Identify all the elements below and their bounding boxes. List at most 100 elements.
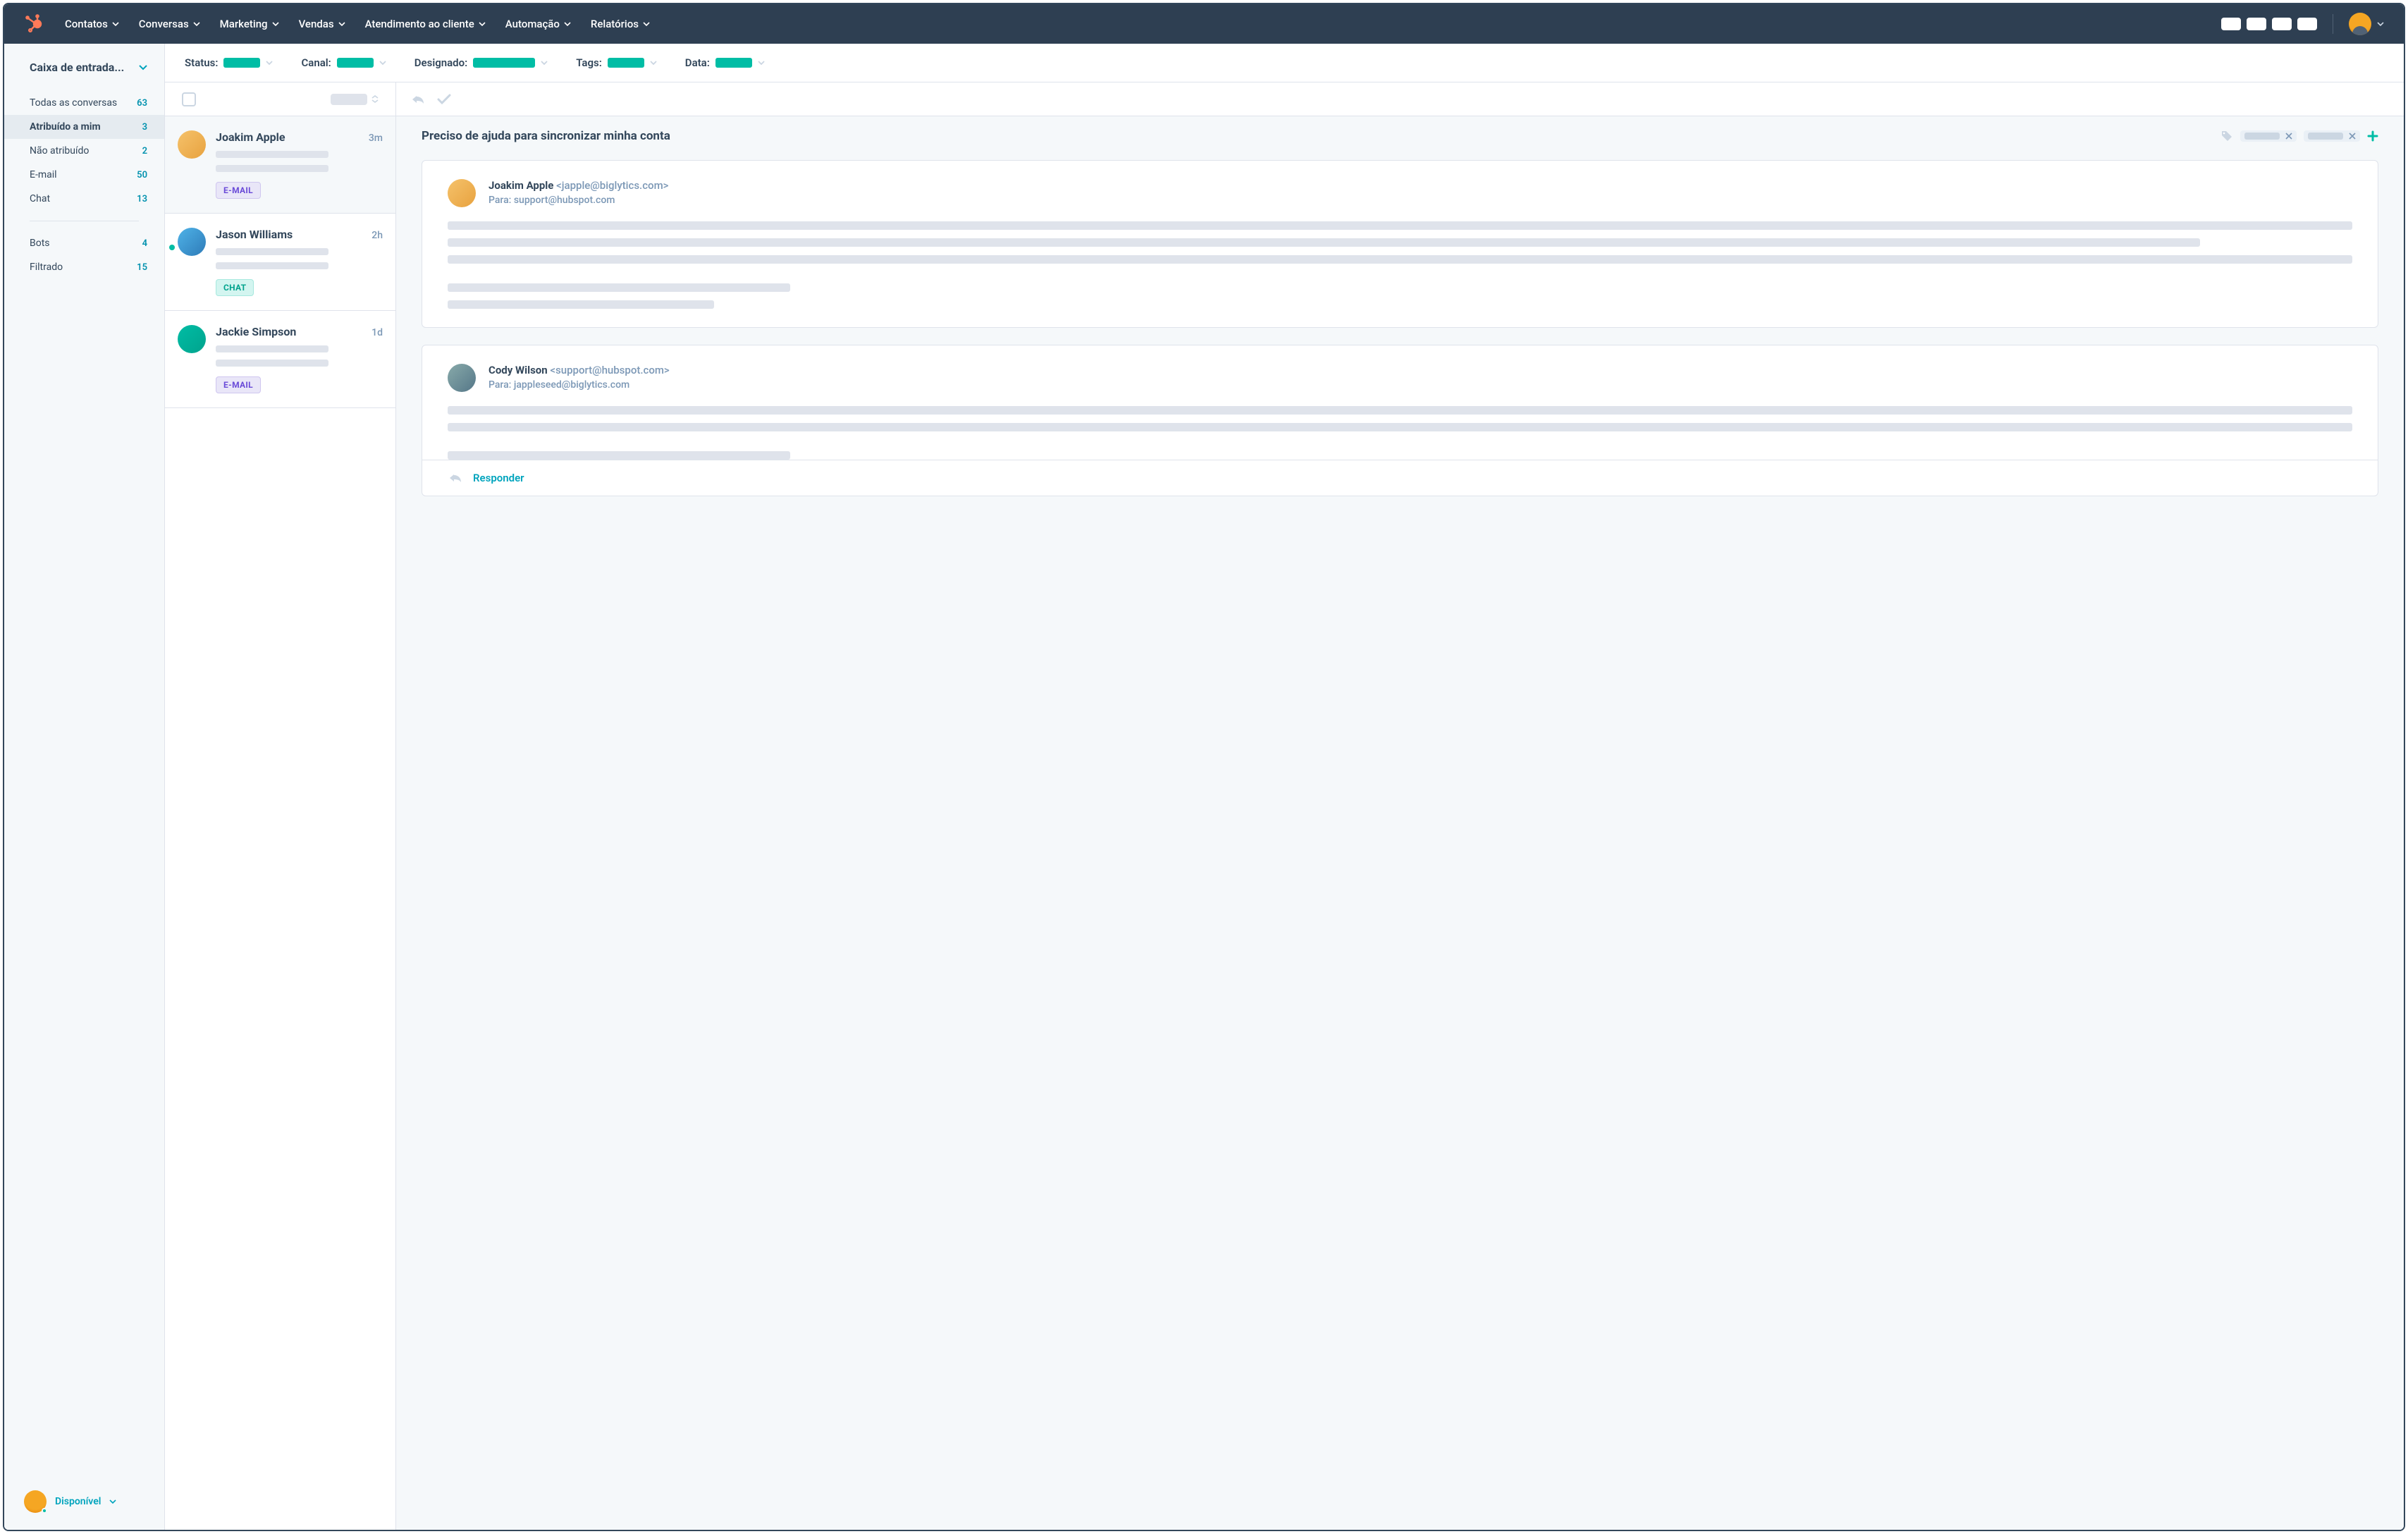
- tag-placeholder: [2244, 133, 2280, 140]
- chevron-down-icon[interactable]: [2377, 22, 2384, 26]
- message-body-placeholder: [448, 221, 2352, 230]
- preview-placeholder: [216, 165, 328, 172]
- checkmark-icon[interactable]: [437, 94, 451, 105]
- filter-bar: Status: Canal: Designado: Tags: Data:: [165, 44, 2404, 82]
- sidebar-item-count: 50: [137, 170, 147, 180]
- filter-designado[interactable]: Designado:: [414, 56, 548, 69]
- thread-list: Joakim Apple3m E-MAIL Jason Williams 2h: [165, 82, 396, 1530]
- sidebar-item-filtered[interactable]: Filtrado 15: [4, 255, 164, 279]
- nav-contatos[interactable]: Contatos: [65, 18, 119, 30]
- thread-item[interactable]: Jason Williams 2h CHAT: [165, 214, 395, 311]
- plus-icon[interactable]: [2367, 130, 2378, 142]
- nav-relatorios[interactable]: Relatórios: [591, 18, 650, 30]
- nav-links: Contatos Conversas Marketing Vendas Aten…: [65, 18, 2201, 30]
- sender-name: Cody Wilson: [489, 364, 548, 376]
- sender-address: <support@hubspot.com>: [550, 364, 669, 376]
- sidebar-item-count: 2: [142, 146, 147, 157]
- nav-label: Atendimento ao cliente: [365, 18, 474, 30]
- thread-time: 2h: [371, 230, 383, 241]
- conversation-subject: Preciso de ajuda para sincronizar minha …: [422, 129, 670, 143]
- filter-value-placeholder: [715, 58, 752, 68]
- nav-icon-placeholder[interactable]: [2297, 18, 2317, 30]
- filter-canal[interactable]: Canal:: [301, 56, 386, 69]
- sidebar-item-count: 15: [137, 262, 147, 273]
- nav-label: Contatos: [65, 18, 108, 30]
- nav-label: Marketing: [220, 18, 268, 30]
- nav-icon-placeholder[interactable]: [2272, 18, 2292, 30]
- filter-label: Tags:: [576, 56, 602, 69]
- chevron-down-icon: [338, 22, 345, 26]
- nav-atendimento[interactable]: Atendimento ao cliente: [365, 18, 486, 30]
- thread-item[interactable]: Jackie Simpson1d E-MAIL: [165, 311, 395, 408]
- close-icon[interactable]: [2285, 133, 2292, 140]
- nav-icon-placeholder[interactable]: [2221, 18, 2241, 30]
- nav-icon-placeholder[interactable]: [2247, 18, 2266, 30]
- message-body-placeholder: [448, 423, 2352, 431]
- nav-automacao[interactable]: Automação: [505, 18, 571, 30]
- user-avatar[interactable]: [2349, 13, 2371, 35]
- nav-label: Relatórios: [591, 18, 639, 30]
- message-header: Cody Wilson <support@hubspot.com> Para: …: [448, 364, 2352, 392]
- detail-toolbar: [396, 82, 2404, 116]
- chevron-down-icon: [109, 1499, 116, 1504]
- close-icon[interactable]: [2349, 133, 2356, 140]
- reply-icon[interactable]: [410, 93, 426, 106]
- thread-item[interactable]: Joakim Apple3m E-MAIL: [165, 116, 395, 214]
- hubspot-logo-icon[interactable]: [24, 13, 45, 35]
- reply-label: Responder: [473, 472, 524, 484]
- thread-list-header: [165, 82, 395, 116]
- filter-status[interactable]: Status:: [185, 56, 273, 69]
- inbox-selector[interactable]: Caixa de entrada...: [4, 44, 164, 88]
- sidebar-item-count: 63: [137, 98, 147, 109]
- sender-avatar: [448, 364, 476, 392]
- filter-data[interactable]: Data:: [685, 56, 765, 69]
- detail-header: Preciso de ajuda para sincronizar minha …: [396, 116, 2404, 153]
- sidebar: Caixa de entrada... Todas as conversas 63…: [4, 44, 165, 1530]
- sidebar-item-label: Atribuído a mim: [30, 121, 101, 133]
- select-all-checkbox[interactable]: [182, 92, 196, 106]
- nav-conversas[interactable]: Conversas: [139, 18, 200, 30]
- contact-avatar: [178, 325, 206, 353]
- unread-dot-icon: [169, 245, 175, 250]
- sidebar-item-count: 13: [137, 194, 147, 204]
- presence-label: Disponível: [55, 1496, 101, 1507]
- filter-tags[interactable]: Tags:: [576, 56, 657, 69]
- filter-value-placeholder: [608, 58, 644, 68]
- sidebar-item-email[interactable]: E-mail 50: [4, 163, 164, 187]
- message-from: Cody Wilson <support@hubspot.com>: [489, 364, 670, 376]
- sidebar-item-chat[interactable]: Chat 13: [4, 187, 164, 211]
- presence-selector[interactable]: Disponível: [4, 1473, 164, 1530]
- thread-time: 1d: [371, 327, 383, 338]
- nav-marketing[interactable]: Marketing: [220, 18, 279, 30]
- sidebar-item-all[interactable]: Todas as conversas 63: [4, 91, 164, 115]
- message-body-placeholder: [448, 451, 790, 460]
- reply-footer[interactable]: Responder: [422, 460, 2378, 496]
- sidebar-item-label: E-mail: [30, 169, 57, 180]
- preview-placeholder: [216, 345, 328, 352]
- presence-dot-icon: [42, 1508, 47, 1514]
- message-card: Joakim Apple <japple@biglytics.com> Para…: [422, 160, 2378, 328]
- sidebar-item-assigned[interactable]: Atribuído a mim3: [4, 115, 164, 139]
- sort-control[interactable]: [331, 94, 379, 105]
- channel-badge: E-MAIL: [216, 376, 261, 393]
- message-body-placeholder: [448, 255, 2352, 264]
- conversation-detail: Preciso de ajuda para sincronizar minha …: [396, 82, 2404, 1530]
- message-header: Joakim Apple <japple@biglytics.com> Para…: [448, 179, 2352, 207]
- contact-avatar: [178, 228, 206, 256]
- sidebar-item-bots[interactable]: Bots4: [4, 231, 164, 255]
- message-body-placeholder: [448, 283, 790, 292]
- sidebar-item-label: Filtrado: [30, 262, 63, 273]
- sidebar-item-unassigned[interactable]: Não atribuído 2: [4, 139, 164, 163]
- chevron-down-icon: [650, 61, 657, 65]
- sidebar-item-label: Todas as conversas: [30, 97, 117, 109]
- tag-icon[interactable]: [2220, 130, 2233, 142]
- chevron-down-icon: [643, 22, 650, 26]
- tag-chip[interactable]: [2240, 130, 2297, 142]
- sidebar-item-label: Não atribuído: [30, 145, 89, 157]
- preview-placeholder: [216, 262, 328, 269]
- nav-vendas[interactable]: Vendas: [299, 18, 345, 30]
- thread-name: Jason Williams: [216, 228, 293, 241]
- sidebar-item-label: Chat: [30, 193, 50, 204]
- channel-badge: CHAT: [216, 279, 254, 296]
- tag-chip[interactable]: [2304, 130, 2360, 142]
